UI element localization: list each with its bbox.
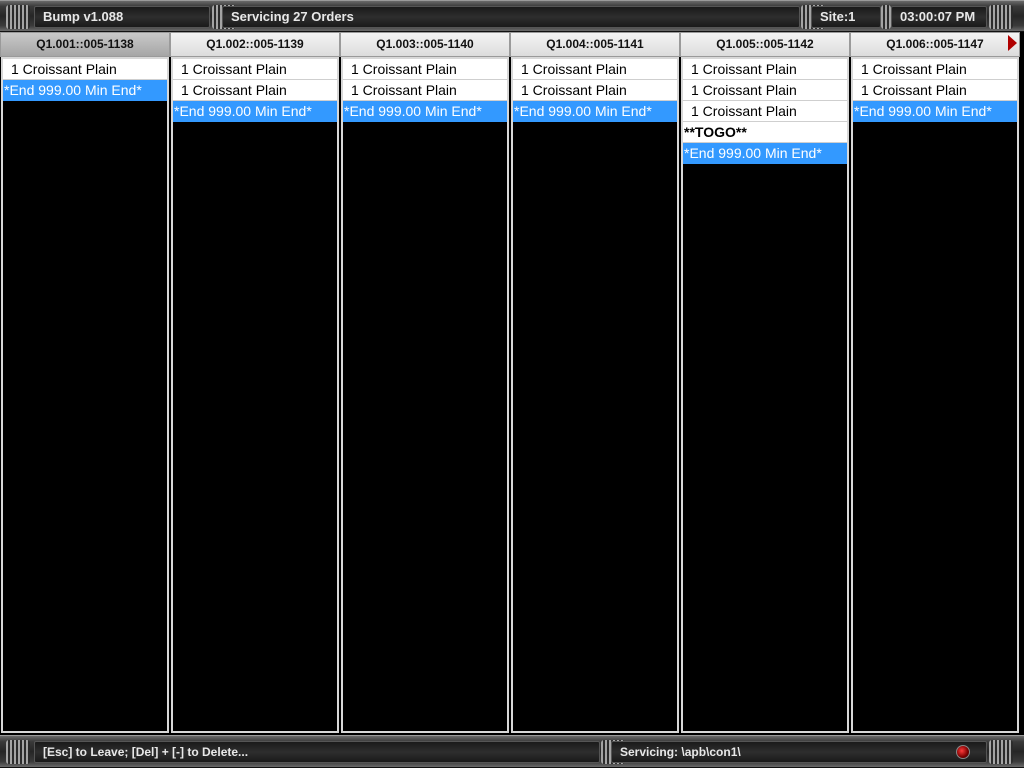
order-item[interactable]: 1 Croissant Plain <box>173 80 337 101</box>
next-page-arrow-icon[interactable] <box>1008 35 1017 51</box>
order-header[interactable]: Q1.001::005-1138 <box>0 32 170 57</box>
order-item[interactable]: 1 Croissant Plain <box>173 59 337 80</box>
order-header[interactable]: Q1.002::005-1139 <box>170 32 340 57</box>
grip-left-icon <box>6 740 30 764</box>
top-bar: Bump v1.088 Servicing 27 Orders Site:1 0… <box>0 0 1024 32</box>
key-hint: [Esc] to Leave; [Del] + [-] to Delete... <box>34 741 600 763</box>
order-header[interactable]: Q1.006::005-1147 <box>850 32 1020 57</box>
order-end-line[interactable]: *End 999.00 Min End* <box>853 101 1017 122</box>
order-end-line[interactable]: *End 999.00 Min End* <box>683 143 847 164</box>
order-count-status: Servicing 27 Orders <box>222 6 800 28</box>
order-header[interactable]: Q1.004::005-1141 <box>510 32 680 57</box>
order-items-list: 1 Croissant Plain 1 Croissant Plain *End 9… <box>851 57 1019 733</box>
bottom-bar: [Esc] to Leave; [Del] + [-] to Delete...… <box>0 735 1024 768</box>
grip-icon <box>881 5 891 29</box>
order-items-list: 1 Croissant Plain 1 Croissant Plain *End 9… <box>341 57 509 733</box>
order-item[interactable]: 1 Croissant Plain <box>853 80 1017 101</box>
order-items-list: 1 Croissant Plain 1 Croissant Plain *End 9… <box>511 57 679 733</box>
grip-right-icon <box>989 5 1013 29</box>
order-item[interactable]: 1 Croissant Plain <box>513 80 677 101</box>
order-ticket[interactable]: Q1.004::005-1141 1 Croissant Plain 1 Crois… <box>510 32 680 735</box>
order-items-list: 1 Croissant Plain 1 Croissant Plain *End 9… <box>171 57 339 733</box>
order-ticket[interactable]: Q1.002::005-1139 1 Croissant Plain 1 Crois… <box>170 32 340 735</box>
order-ticket[interactable]: Q1.005::005-1142 1 Croissant Plain 1 Crois… <box>680 32 850 735</box>
order-header[interactable]: Q1.003::005-1140 <box>340 32 510 57</box>
order-header[interactable]: Q1.005::005-1142 <box>680 32 850 57</box>
order-items-list: 1 Croissant Plain *End 999.00 Min End* <box>1 57 169 733</box>
grip-right-icon <box>989 740 1013 764</box>
clock: 03:00:07 PM <box>891 6 987 28</box>
order-end-line[interactable]: *End 999.00 Min End* <box>513 101 677 122</box>
order-item[interactable]: 1 Croissant Plain <box>513 59 677 80</box>
grip-left-icon <box>6 5 30 29</box>
order-end-line[interactable]: *End 999.00 Min End* <box>3 80 167 101</box>
order-note: **TOGO** <box>683 122 847 143</box>
order-items-list: 1 Croissant Plain 1 Croissant Plain 1 Croi… <box>681 57 849 733</box>
order-item[interactable]: 1 Croissant Plain <box>683 101 847 122</box>
servicing-path: Servicing: \apb\con1\ <box>611 741 987 763</box>
order-item[interactable]: 1 Croissant Plain <box>853 59 1017 80</box>
order-item[interactable]: 1 Croissant Plain <box>343 80 507 101</box>
order-item[interactable]: 1 Croissant Plain <box>683 59 847 80</box>
status-light-icon <box>956 745 970 759</box>
order-ticket[interactable]: Q1.001::005-1138 1 Croissant Plain *End 99… <box>0 32 170 735</box>
order-item[interactable]: 1 Croissant Plain <box>683 80 847 101</box>
order-end-line[interactable]: *End 999.00 Min End* <box>343 101 507 122</box>
order-ticket[interactable]: Q1.003::005-1140 1 Croissant Plain 1 Crois… <box>340 32 510 735</box>
site-label: Site:1 <box>811 6 881 28</box>
order-item[interactable]: 1 Croissant Plain <box>343 59 507 80</box>
order-end-line[interactable]: *End 999.00 Min End* <box>173 101 337 122</box>
order-item[interactable]: 1 Croissant Plain <box>3 59 167 80</box>
order-ticket[interactable]: Q1.006::005-1147 1 Croissant Plain 1 Crois… <box>850 32 1020 735</box>
app-title: Bump v1.088 <box>34 6 210 28</box>
